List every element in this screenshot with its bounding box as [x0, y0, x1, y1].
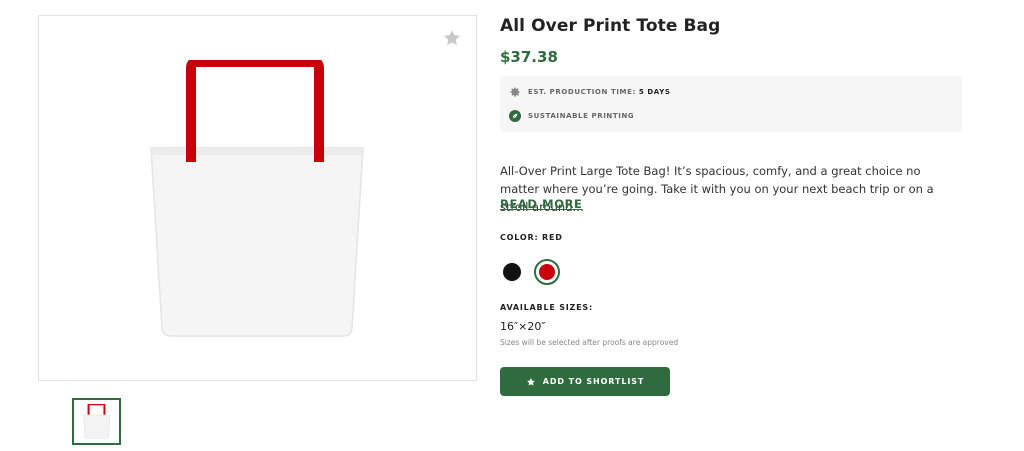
- add-to-shortlist-label: ADD TO SHORTLIST: [542, 377, 645, 386]
- production-time-label: EST. PRODUCTION TIME:: [528, 88, 636, 96]
- product-price: $37.38: [500, 48, 558, 66]
- sustainable-printing-row: SUSTAINABLE PRINTING: [509, 109, 634, 123]
- product-meta-box: EST. PRODUCTION TIME: 5 DAYS SUSTAINABLE…: [500, 76, 962, 132]
- leaf-icon: [509, 110, 521, 122]
- wishlist-star-icon[interactable]: [442, 28, 462, 48]
- tote-bag-image: [150, 60, 364, 337]
- add-to-shortlist-button[interactable]: ADD TO SHORTLIST: [500, 367, 670, 396]
- star-icon: [526, 377, 535, 386]
- sizes-label: AVAILABLE SIZES:: [500, 303, 593, 312]
- production-time-row: EST. PRODUCTION TIME: 5 DAYS: [509, 85, 670, 99]
- product-image-frame: [38, 15, 477, 381]
- thumbnail-tote-bag[interactable]: [72, 398, 121, 445]
- read-more-link[interactable]: READ MORE: [500, 197, 583, 211]
- size-value: 16″×20″: [500, 320, 546, 333]
- color-swatch-red-dot: [539, 264, 555, 280]
- gear-icon: [509, 86, 521, 98]
- color-swatch-black[interactable]: [503, 263, 521, 281]
- production-time-value: 5 DAYS: [638, 88, 671, 96]
- color-swatch-red[interactable]: [534, 259, 560, 285]
- size-note: Sizes will be selected after proofs are …: [500, 338, 679, 347]
- color-label: COLOR: RED: [500, 233, 563, 242]
- product-title: All Over Print Tote Bag: [500, 16, 721, 36]
- sustainable-printing-label: SUSTAINABLE PRINTING: [528, 112, 635, 120]
